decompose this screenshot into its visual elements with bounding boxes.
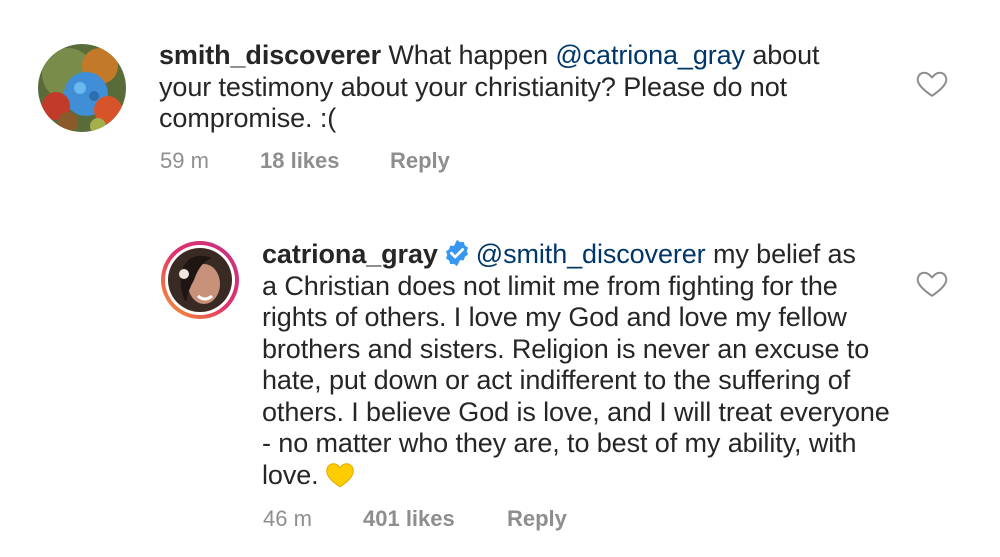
comment-text: catriona_gray @smith_discoverer my belie…: [262, 238, 942, 491]
likes-count[interactable]: 18 likes: [260, 148, 340, 174]
comment-meta: 46 m 401 likes Reply: [0, 506, 1000, 536]
reply-button[interactable]: Reply: [507, 506, 567, 532]
like-heart-icon[interactable]: [915, 66, 949, 100]
timestamp: 59 m: [160, 148, 209, 173]
comment-body: my belief as: [705, 239, 856, 269]
comment-text: smith_discoverer What happen @catriona_g…: [159, 40, 919, 135]
comment-body: brothers and sisters. Religion is never …: [262, 333, 870, 364]
avatar[interactable]: [38, 44, 126, 132]
profile-photo-story-ring: [161, 241, 239, 319]
comment-body: hate, put down or act indifferent to the…: [262, 365, 851, 395]
likes-count[interactable]: 401 likes: [363, 506, 455, 532]
frog-avatar-icon: [38, 44, 126, 132]
mention-link[interactable]: @catriona_gray: [555, 40, 745, 70]
avatar[interactable]: [160, 240, 240, 320]
reply-button[interactable]: Reply: [390, 148, 450, 174]
comment-body: others. I believe God is love, and I wil…: [262, 396, 890, 427]
like-heart-icon[interactable]: [915, 266, 949, 300]
verified-badge-icon: [445, 239, 468, 267]
comment-body: compromise. :(: [159, 103, 337, 133]
yellow-heart-icon: [325, 462, 354, 487]
mention-link[interactable]: @smith_discoverer: [476, 239, 706, 269]
timestamp: 46 m: [263, 506, 312, 531]
comment-body: a Christian does not limit me from fight…: [262, 270, 838, 301]
username[interactable]: catriona_gray: [262, 239, 438, 269]
comment-meta: 59 m 18 likes Reply: [0, 148, 1000, 178]
comment-body: rights of others. I love my God and love…: [262, 302, 847, 332]
comment-body: What happen: [388, 40, 556, 70]
comment-body: love.: [262, 459, 319, 490]
comment-body: your testimony about your christianity? …: [159, 71, 788, 102]
comment-body: - no matter who they are, to best of my …: [262, 428, 857, 458]
comment-body: about: [744, 40, 820, 70]
username[interactable]: smith_discoverer: [159, 40, 381, 70]
